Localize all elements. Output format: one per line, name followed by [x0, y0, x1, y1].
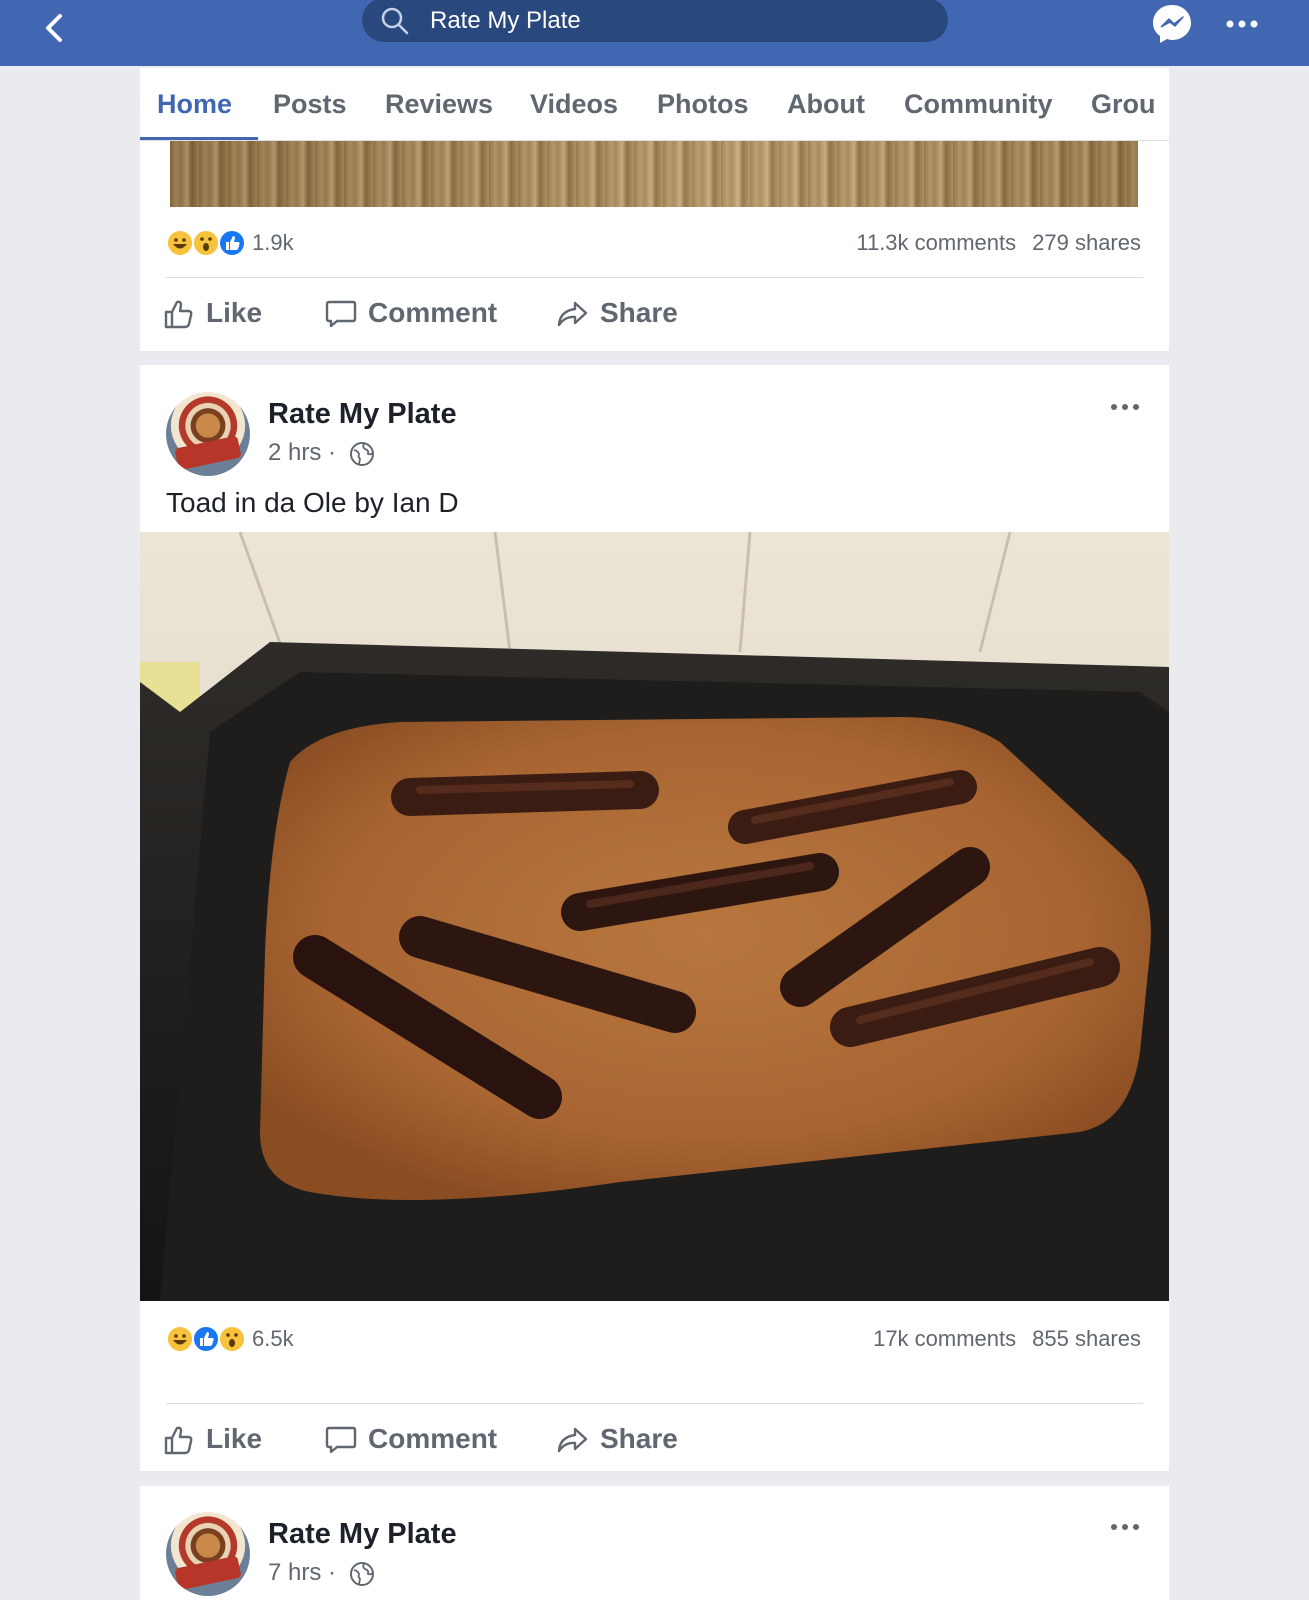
haha-reaction-icon [166, 229, 194, 257]
post-photo[interactable] [170, 141, 1138, 207]
post-stats: 11.3k comments 279 shares [856, 229, 1141, 257]
avatar[interactable] [166, 1512, 250, 1596]
messenger-icon [1153, 5, 1191, 43]
comment-button[interactable]: Comment [324, 295, 504, 331]
like-button[interactable]: Like [162, 295, 272, 331]
share-count[interactable]: 279 shares [1032, 230, 1141, 255]
post-meta: 2 hrs · [268, 439, 375, 467]
like-reaction-icon [218, 229, 246, 257]
post-options-button[interactable] [1109, 397, 1141, 417]
page-tabs: Home Posts Reviews Videos Photos About C… [140, 68, 1169, 141]
divider [166, 277, 1143, 278]
post-text: Toad in da Ole by Ian D [166, 487, 459, 518]
tab-posts[interactable]: Posts [273, 68, 347, 140]
wow-reaction-icon [192, 229, 220, 257]
more-dots-icon [1226, 20, 1258, 28]
active-tab-indicator [140, 137, 258, 140]
globe-icon [349, 441, 374, 466]
tab-videos[interactable]: Videos [530, 68, 618, 140]
post-card: Rate My Plate 2 hrs · Toad in da Ole by … [140, 365, 1169, 1471]
messenger-button[interactable] [1150, 2, 1194, 46]
top-bar: Rate My Plate [0, 0, 1309, 66]
search-icon [381, 7, 409, 35]
tab-home[interactable]: Home [157, 68, 232, 140]
post-card: 1.9k 11.3k comments 279 shares Like Comme… [140, 141, 1169, 351]
comment-icon [325, 300, 357, 328]
reaction-summary[interactable]: 6.5k [166, 1325, 316, 1355]
post-photo[interactable] [140, 532, 1169, 1301]
share-count[interactable]: 855 shares [1032, 1326, 1141, 1351]
more-dots-icon [1111, 404, 1139, 410]
globe-icon [349, 1561, 374, 1586]
thumbs-up-icon [164, 300, 193, 329]
tab-about[interactable]: About [787, 68, 865, 140]
post-author[interactable]: Rate My Plate [268, 1518, 457, 1551]
tab-photos[interactable]: Photos [657, 68, 749, 140]
share-icon [557, 301, 588, 327]
haha-reaction-icon [166, 1325, 194, 1353]
avatar[interactable] [166, 392, 250, 476]
post-meta: 7 hrs · [268, 1559, 375, 1587]
divider [166, 1403, 1143, 1404]
more-options-button[interactable] [1224, 10, 1260, 38]
tab-reviews[interactable]: Reviews [385, 68, 493, 140]
post-card: Rate My Plate 7 hrs · [140, 1486, 1169, 1600]
post-options-button[interactable] [1109, 1517, 1141, 1537]
tab-groups[interactable]: Grou [1091, 68, 1156, 140]
comment-button[interactable]: Comment [324, 1421, 504, 1457]
like-button[interactable]: Like [162, 1421, 272, 1457]
share-button[interactable]: Share [556, 1421, 686, 1457]
post-time[interactable]: 7 hrs [268, 1559, 321, 1586]
comment-count[interactable]: 11.3k comments [856, 230, 1016, 255]
wow-reaction-icon [218, 1325, 246, 1353]
reaction-count: 6.5k [252, 1326, 294, 1351]
comment-count[interactable]: 17k comments [873, 1326, 1016, 1351]
like-reaction-icon [192, 1325, 220, 1353]
reaction-summary[interactable]: 1.9k [166, 229, 316, 259]
post-author[interactable]: Rate My Plate [268, 398, 457, 431]
post-stats: 17k comments 855 shares [873, 1325, 1141, 1353]
search-query: Rate My Plate [430, 7, 581, 34]
search-bar[interactable]: Rate My Plate [362, 0, 948, 42]
chevron-left-icon [46, 14, 62, 42]
toad-in-the-hole-photo [140, 532, 1169, 1301]
reaction-count: 1.9k [252, 230, 294, 255]
more-dots-icon [1111, 1524, 1139, 1530]
back-button[interactable] [32, 6, 76, 50]
share-icon [557, 1427, 588, 1453]
tab-community[interactable]: Community [904, 68, 1053, 140]
thumbs-up-icon [164, 1426, 193, 1455]
post-time[interactable]: 2 hrs [268, 439, 321, 466]
share-button[interactable]: Share [556, 295, 686, 331]
comment-icon [325, 1426, 357, 1454]
